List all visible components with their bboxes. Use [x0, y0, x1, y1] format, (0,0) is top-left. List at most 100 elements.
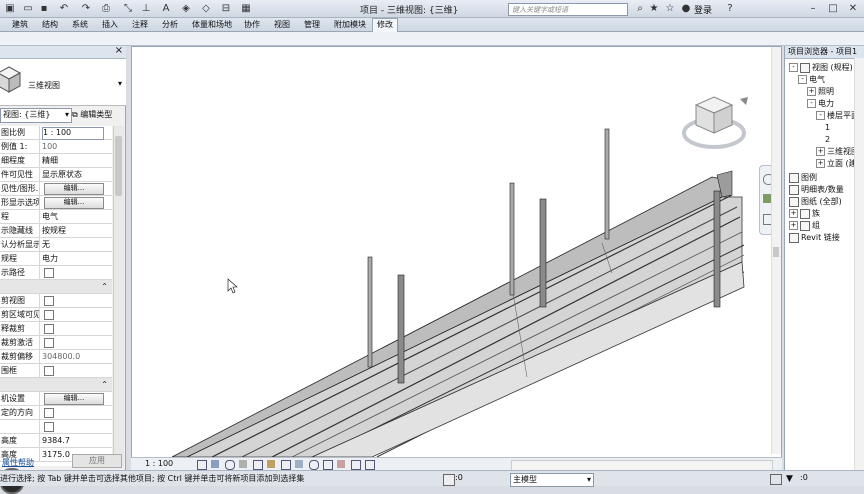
instance-filter-dropdown[interactable]: 视图: {三维} ▾	[0, 108, 72, 123]
browser-scrollbar[interactable]	[854, 58, 864, 470]
property-value[interactable]: 显示原状态	[42, 168, 82, 181]
browser-node[interactable]: + 族	[789, 208, 820, 219]
open-icon[interactable]: ▭	[22, 3, 34, 15]
chevron-down-icon[interactable]: ▾	[118, 79, 122, 88]
reveal-constraints-icon[interactable]	[365, 460, 375, 470]
maximize-icon[interactable]: □	[826, 2, 840, 15]
property-value[interactable]: 1 : 100	[42, 127, 104, 140]
viewcube-icon[interactable]	[680, 93, 760, 155]
collapse-icon[interactable]: -	[807, 99, 816, 108]
properties-help-link[interactable]: 属性帮助	[2, 457, 34, 468]
minimize-icon[interactable]: –	[806, 2, 820, 15]
editable-only-icon[interactable]	[770, 474, 782, 485]
property-edit-button[interactable]: 编辑...	[44, 197, 104, 209]
login-link[interactable]: 登录	[694, 3, 712, 16]
edit-type-button[interactable]: ⧉ 编辑类型	[72, 109, 112, 120]
search-icon[interactable]: ⌕	[634, 3, 646, 15]
tab-analyze[interactable]: 分析	[158, 19, 182, 31]
collapse-icon[interactable]: ⌃	[101, 378, 108, 391]
property-section-header[interactable]: ⌃	[0, 280, 112, 294]
browser-node[interactable]: - 楼层平面	[816, 110, 859, 121]
close-hidden-icon[interactable]: ⊟	[220, 3, 232, 15]
canvas-vertical-scrollbar[interactable]	[771, 47, 781, 454]
detail-level-icon[interactable]	[197, 460, 207, 470]
property-section-header[interactable]: ⌃	[0, 378, 112, 392]
scroll-thumb[interactable]	[115, 136, 122, 196]
property-value[interactable]: 电气	[42, 210, 58, 223]
help-icon[interactable]: ?	[724, 3, 736, 15]
browser-node[interactable]: Revit 链接	[789, 232, 840, 243]
highlight-displacement-icon[interactable]	[351, 460, 361, 470]
search-input[interactable]: 键入关键字或短语	[508, 3, 628, 16]
property-value[interactable]: 精细	[42, 154, 58, 167]
property-edit-button[interactable]: 编辑...	[44, 183, 104, 195]
property-checkbox[interactable]	[44, 310, 54, 320]
property-checkbox[interactable]	[44, 268, 54, 278]
property-checkbox[interactable]	[44, 296, 54, 306]
expand-icon[interactable]: +	[807, 87, 816, 96]
text-icon[interactable]: A	[160, 3, 172, 15]
property-edit-button[interactable]: 编辑...	[44, 393, 104, 405]
collapse-icon[interactable]: -	[816, 111, 825, 120]
property-value[interactable]: 3175.0	[42, 448, 70, 461]
section-icon[interactable]: ◇	[200, 3, 212, 15]
print-icon[interactable]: ⎙	[100, 3, 112, 15]
property-checkbox[interactable]	[44, 422, 54, 432]
browser-node[interactable]: + 组	[789, 220, 820, 231]
property-checkbox[interactable]	[44, 324, 54, 334]
browser-node[interactable]: 图纸 (全部)	[789, 196, 842, 207]
shadows-icon[interactable]	[239, 460, 247, 468]
browser-node[interactable]: 明细表/数量	[789, 184, 844, 195]
expand-icon[interactable]: +	[789, 221, 798, 230]
expand-icon[interactable]: +	[816, 159, 825, 168]
tab-add-ins[interactable]: 附加模块	[330, 19, 370, 31]
apply-button[interactable]: 应用	[72, 454, 122, 468]
subscription-icon[interactable]: ★	[648, 3, 660, 15]
close-icon[interactable]: ✕	[846, 2, 860, 15]
property-value[interactable]: 无	[42, 238, 50, 251]
view-3d-icon[interactable]: ◈	[180, 3, 192, 15]
measure-icon[interactable]: ⤡	[122, 3, 134, 15]
property-checkbox[interactable]	[44, 338, 54, 348]
tab-annotate[interactable]: 注释	[128, 19, 152, 31]
browser-node[interactable]: 1	[825, 122, 830, 133]
properties-scrollbar[interactable]	[113, 126, 124, 466]
lock-3d-icon[interactable]	[295, 460, 303, 468]
scroll-thumb[interactable]	[773, 247, 779, 257]
tab-structure[interactable]: 结构	[38, 19, 62, 31]
browser-node[interactable]: 图例	[789, 172, 817, 183]
expand-icon[interactable]: +	[816, 147, 825, 156]
undo-icon[interactable]: ↶	[58, 3, 70, 15]
expand-icon[interactable]: +	[789, 209, 798, 218]
property-checkbox[interactable]	[44, 408, 54, 418]
browser-node[interactable]: - 电气	[798, 74, 825, 85]
tab-insert[interactable]: 插入	[98, 19, 122, 31]
browser-node[interactable]: + 三维视图	[816, 146, 859, 157]
app-menu-icon[interactable]: ▣	[4, 3, 16, 15]
browser-node[interactable]: + 立面 (建	[816, 158, 857, 169]
workset-icon[interactable]	[443, 474, 455, 486]
browser-node[interactable]: 2	[825, 134, 830, 145]
property-value[interactable]: 按规程	[42, 224, 66, 237]
show-crop-icon[interactable]	[281, 460, 291, 470]
view-scale[interactable]: 1 : 100	[145, 459, 173, 468]
redo-icon[interactable]: ↷	[80, 3, 92, 15]
type-selector[interactable]: 三维视图 ▾	[0, 59, 126, 106]
switch-windows-icon[interactable]: ▦	[240, 3, 252, 15]
tab-massing-site[interactable]: 体量和场地	[188, 19, 236, 31]
visual-style-icon[interactable]	[211, 460, 219, 468]
property-value[interactable]: 电力	[42, 252, 58, 265]
browser-node[interactable]: + 照明	[807, 86, 834, 97]
temporary-hide-icon[interactable]	[309, 460, 319, 470]
collapse-icon[interactable]: -	[798, 75, 807, 84]
save-icon[interactable]: ▪	[38, 3, 50, 15]
tab-systems[interactable]: 系统	[68, 19, 92, 31]
tab-collaborate[interactable]: 协作	[240, 19, 264, 31]
property-value[interactable]: 9384.7	[42, 434, 70, 447]
user-icon[interactable]: ●	[680, 3, 692, 15]
tab-modify[interactable]: 修改	[372, 18, 398, 33]
drawing-area[interactable]	[131, 46, 782, 470]
star-icon[interactable]: ☆	[664, 3, 676, 15]
property-checkbox[interactable]	[44, 366, 54, 376]
align-icon[interactable]: ⊥	[140, 3, 152, 15]
